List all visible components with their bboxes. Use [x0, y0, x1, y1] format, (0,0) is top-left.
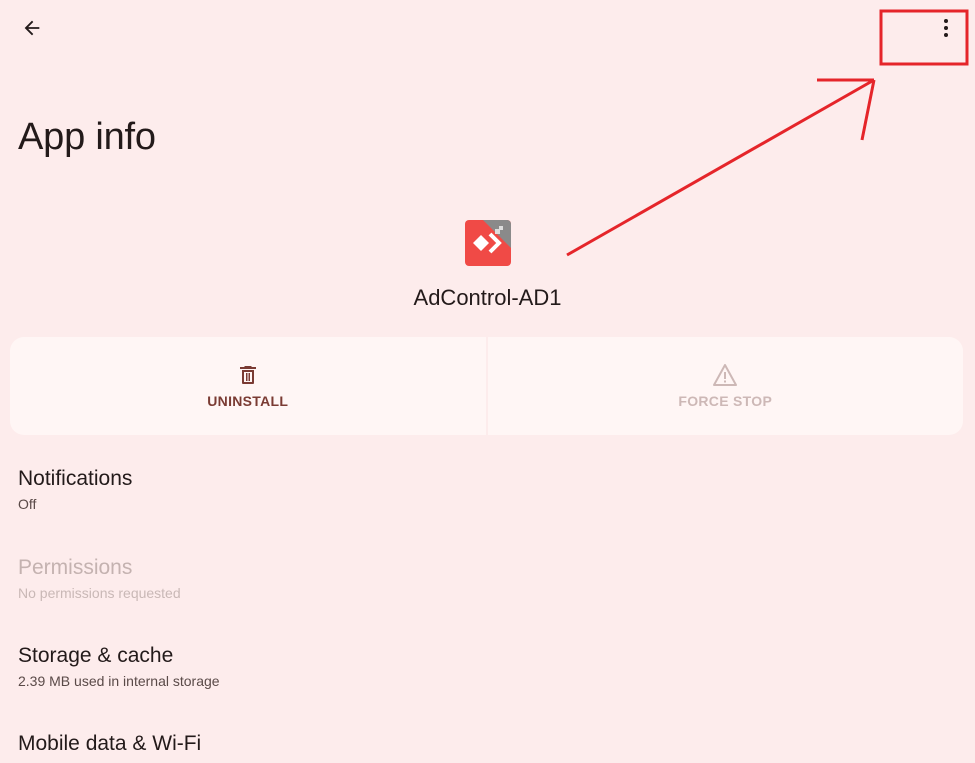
storage-setting[interactable]: Storage & cache 2.39 MB used in internal… [18, 644, 958, 689]
permissions-summary: No permissions requested [18, 585, 181, 601]
action-buttons: UNINSTALL FORCE STOP [10, 337, 963, 435]
mobile-data-title: Mobile data & Wi-Fi [18, 732, 202, 755]
notifications-summary: Off [18, 496, 37, 512]
warning-icon [713, 364, 738, 386]
top-app-bar [0, 0, 975, 60]
mobile-data-setting[interactable]: Mobile data & Wi-Fi [18, 732, 958, 756]
force-stop-button[interactable]: FORCE STOP [487, 337, 963, 435]
page-title: App info [18, 116, 156, 158]
force-stop-label: FORCE STOP [678, 393, 773, 409]
uninstall-label: UNINSTALL [207, 393, 289, 409]
permissions-title: Permissions [18, 556, 133, 579]
permissions-setting[interactable]: Permissions No permissions requested [18, 556, 958, 601]
notifications-title: Notifications [18, 467, 133, 490]
storage-title: Storage & cache [18, 644, 174, 667]
back-button[interactable] [14, 12, 50, 44]
app-name: AdControl-AD1 [413, 285, 562, 310]
more-vert-icon [944, 19, 948, 37]
trash-icon [239, 366, 256, 384]
uninstall-button[interactable]: UNINSTALL [10, 337, 486, 435]
annotation-arrow-head-b [860, 79, 876, 141]
app-header: AdControl-AD1 [0, 220, 975, 311]
storage-summary: 2.39 MB used in internal storage [18, 673, 220, 689]
app-icon [464, 220, 511, 266]
arrow-left-icon [24, 20, 40, 36]
notifications-setting[interactable]: Notifications Off [18, 467, 958, 512]
more-options-button[interactable] [928, 10, 964, 46]
